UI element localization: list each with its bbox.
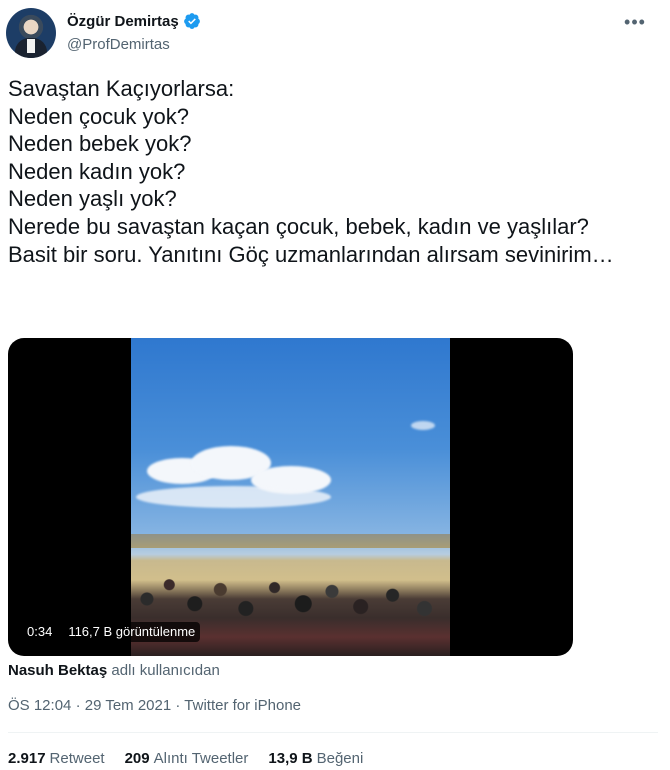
horizon-hills (131, 534, 450, 548)
divider (8, 732, 658, 733)
attribution-user[interactable]: Nasuh Bektaş (8, 662, 107, 679)
quotes-label: Alıntı Tweetler (153, 750, 249, 767)
author-name-row: Özgür Demirtaş (67, 12, 201, 30)
attribution-suffix: adlı kullanıcıdan (111, 662, 220, 679)
separator: · (75, 697, 81, 714)
video-attribution: Nasuh Bektaş adlı kullanıcıdan (8, 662, 220, 679)
tweet-date[interactable]: 29 Tem 2021 (85, 697, 171, 714)
tweet-source[interactable]: Twitter for iPhone (184, 697, 301, 714)
tweet-text: Savaştan Kaçıyorlarsa: Neden çocuk yok? … (8, 76, 614, 267)
likes-label: Beğeni (316, 750, 364, 767)
tweet-time[interactable]: ÖS 12:04 (8, 697, 71, 714)
quotes-count: 209 (124, 750, 150, 767)
tweet-timestamp: ÖS 12:04 · 29 Tem 2021 · Twitter for iPh… (8, 697, 301, 714)
author-name[interactable]: Özgür Demirtaş (67, 13, 179, 30)
author-handle[interactable]: @ProfDemirtas (67, 36, 170, 53)
likes-count: 13,9 B (268, 750, 313, 767)
retweets-label: Retweet (49, 750, 105, 767)
separator: · (175, 697, 181, 714)
cloud-4 (136, 486, 331, 508)
video-views: 116,7 B görüntülenme (63, 622, 201, 642)
ellipsis-icon: ••• (624, 11, 646, 32)
verified-badge-icon (183, 13, 200, 29)
video-meta: 0:34 116,7 B görüntülenme (22, 622, 201, 642)
more-options-button[interactable]: ••• (620, 10, 650, 34)
likes-stat[interactable]: 13,9 B Beğeni (268, 750, 363, 767)
cloud-5 (411, 421, 435, 430)
avatar[interactable] (6, 8, 56, 58)
retweets-stat[interactable]: 2.917 Retweet (8, 750, 105, 767)
quotes-stat[interactable]: 209 Alıntı Tweetler (125, 750, 249, 767)
video-duration: 0:34 (22, 622, 58, 642)
retweets-count: 2.917 (8, 750, 46, 767)
video-frame (131, 338, 450, 656)
tweet-stats: 2.917 Retweet 209 Alıntı Tweetler 13,9 B Be… (8, 750, 363, 767)
video-player[interactable]: 0:34 116,7 B görüntülenme (8, 338, 573, 656)
tweet-header: Özgür Demirtaş @ProfDemirtas ••• (6, 6, 664, 62)
avatar-shirt (27, 39, 35, 53)
